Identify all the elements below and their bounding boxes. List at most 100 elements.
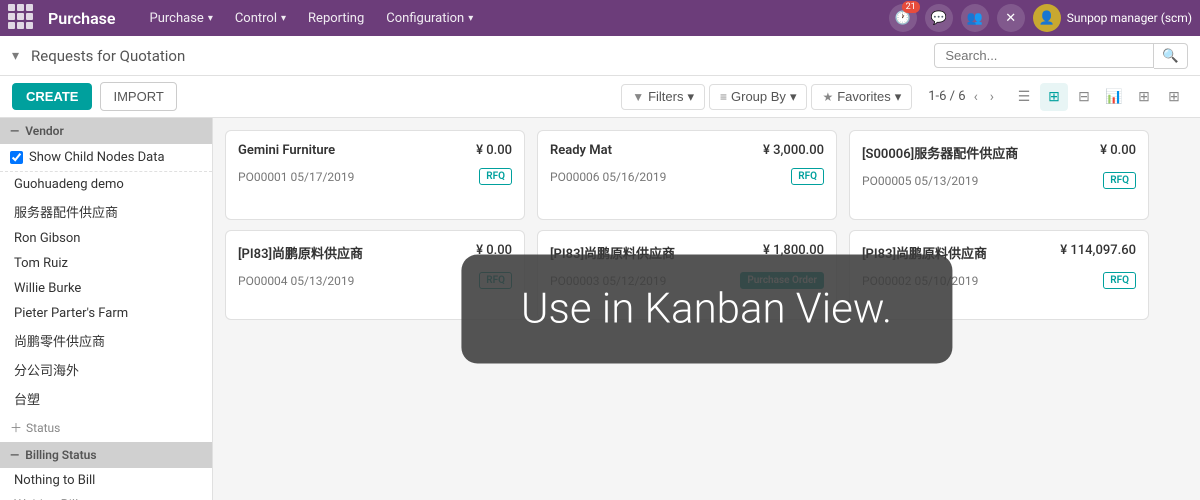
add-status-row[interactable]: ＋ Status bbox=[0, 413, 212, 442]
billing-section-label: Billing Status bbox=[25, 448, 96, 462]
vendor-item-7[interactable]: 分公司海外 bbox=[0, 355, 212, 384]
chart-view-button[interactable]: 📊 bbox=[1100, 83, 1128, 111]
close-icon[interactable]: ✕ bbox=[997, 4, 1025, 32]
kanban-card-5[interactable]: [PI83]尚鹏原料供应商 ¥ 114,097.60 PO00002 05/10… bbox=[849, 230, 1149, 320]
contacts-icon[interactable]: 👥 bbox=[961, 4, 989, 32]
sidebar: — Vendor Show Child Nodes Data Guohuaden… bbox=[0, 118, 213, 500]
search-bar: 🔍 bbox=[934, 43, 1188, 69]
groupby-button[interactable]: ≡ Group By ▾ bbox=[709, 84, 807, 110]
breadcrumb-toggle[interactable]: ▾ bbox=[12, 48, 19, 64]
billing-section-header[interactable]: — Billing Status bbox=[0, 442, 212, 468]
prev-page-button[interactable]: ‹ bbox=[970, 87, 982, 107]
app-grid-icon[interactable] bbox=[8, 4, 36, 32]
view-switcher: ☰ ⊞ ⊟ 📊 ⊞ ⊞ bbox=[1010, 83, 1188, 111]
kanban-vendor-5: [PI83]尚鹏原料供应商 bbox=[862, 243, 987, 262]
chevron-down-icon: ▾ bbox=[895, 89, 902, 105]
chevron-down-icon: ▾ bbox=[281, 13, 286, 24]
billing-item-0[interactable]: Nothing to Bill bbox=[0, 468, 212, 493]
vendor-section-label: Vendor bbox=[25, 124, 64, 138]
kanban-amount-0: ¥ 0.00 bbox=[476, 143, 512, 158]
top-navbar: Purchase Purchase ▾ Control ▾ Reporting … bbox=[0, 0, 1200, 36]
show-child-nodes-checkbox[interactable] bbox=[10, 151, 23, 164]
kanban-card-3[interactable]: [PI83]尚鹏原料供应商 ¥ 0.00 PO00004 05/13/2019 … bbox=[225, 230, 525, 320]
vendor-item-3[interactable]: Tom Ruiz bbox=[0, 251, 212, 276]
kanban-card-0-header: Gemini Furniture ¥ 0.00 bbox=[238, 143, 512, 158]
kanban-amount-4: ¥ 1,800.00 bbox=[763, 243, 824, 258]
nav-item-reporting[interactable]: Reporting bbox=[298, 7, 374, 30]
kanban-vendor-0: Gemini Furniture bbox=[238, 143, 335, 158]
vendor-item-2[interactable]: Ron Gibson bbox=[0, 226, 212, 251]
kanban-po-3: PO00004 05/13/2019 bbox=[238, 274, 354, 288]
kanban-vendor-4: [PI83]尚鹏原料供应商 bbox=[550, 243, 675, 262]
star-icon: ★ bbox=[822, 90, 833, 104]
kanban-badge-3: RFQ bbox=[479, 272, 512, 289]
nav-item-configuration[interactable]: Configuration ▾ bbox=[376, 7, 483, 30]
chevron-down-icon: ▾ bbox=[468, 13, 473, 24]
kanban-area: Gemini Furniture ¥ 0.00 PO00001 05/17/20… bbox=[213, 118, 1200, 500]
nav-right-icons: 🕐 21 💬 👥 ✕ 👤 Sunpop manager (scm) bbox=[889, 4, 1192, 32]
search-input[interactable] bbox=[934, 43, 1154, 68]
kanban-amount-5: ¥ 114,097.60 bbox=[1060, 243, 1136, 258]
chevron-down-icon: ▾ bbox=[208, 13, 213, 24]
calendar-view-button[interactable]: ⊞ bbox=[1160, 83, 1188, 111]
notification-badge: 21 bbox=[902, 1, 920, 13]
import-button[interactable]: IMPORT bbox=[100, 82, 176, 111]
minus-icon: — bbox=[10, 124, 19, 138]
kanban-card-0-body: PO00001 05/17/2019 RFQ bbox=[238, 168, 512, 185]
kanban-card-0[interactable]: Gemini Furniture ¥ 0.00 PO00001 05/17/20… bbox=[225, 130, 525, 220]
nav-item-control[interactable]: Control ▾ bbox=[225, 7, 296, 30]
nav-item-purchase[interactable]: Purchase ▾ bbox=[140, 7, 223, 30]
kanban-card-1-header: Ready Mat ¥ 3,000.00 bbox=[550, 143, 824, 158]
clock-icon[interactable]: 🕐 21 bbox=[889, 4, 917, 32]
kanban-amount-3: ¥ 0.00 bbox=[476, 243, 512, 258]
kanban-view-button[interactable]: ⊞ bbox=[1040, 83, 1068, 111]
next-page-button[interactable]: › bbox=[986, 87, 998, 107]
billing-item-1[interactable]: Waiting Bills bbox=[0, 493, 212, 500]
kanban-card-1[interactable]: Ready Mat ¥ 3,000.00 PO00006 05/16/2019 … bbox=[537, 130, 837, 220]
kanban-badge-5: RFQ bbox=[1103, 272, 1136, 289]
avatar: 👤 bbox=[1033, 4, 1061, 32]
group-icon: ≡ bbox=[720, 90, 727, 104]
filters-button[interactable]: ▼ Filters ▾ bbox=[621, 84, 705, 110]
kanban-badge-1: RFQ bbox=[791, 168, 824, 185]
kanban-po-0: PO00001 05/17/2019 bbox=[238, 170, 354, 184]
user-label: Sunpop manager (scm) bbox=[1067, 11, 1192, 25]
grid-view-button[interactable]: ⊟ bbox=[1070, 83, 1098, 111]
user-menu[interactable]: 👤 Sunpop manager (scm) bbox=[1033, 4, 1192, 32]
kanban-col-2: [S00006]服务器配件供应商 ¥ 0.00 PO00005 05/13/20… bbox=[849, 130, 1149, 488]
create-button[interactable]: CREATE bbox=[12, 83, 92, 110]
pagination-range: 1-6 / 6 bbox=[928, 89, 965, 104]
kanban-card-5-body: PO00002 05/10/2019 RFQ bbox=[862, 272, 1136, 289]
kanban-card-2[interactable]: [S00006]服务器配件供应商 ¥ 0.00 PO00005 05/13/20… bbox=[849, 130, 1149, 220]
kanban-badge-4: Purchase Order bbox=[740, 272, 824, 289]
vendor-item-4[interactable]: Willie Burke bbox=[0, 276, 212, 301]
favorites-button[interactable]: ★ Favorites ▾ bbox=[811, 84, 912, 110]
vendor-item-5[interactable]: Pieter Parter's Farm bbox=[0, 301, 212, 326]
chat-icon[interactable]: 💬 bbox=[925, 4, 953, 32]
filter-icon: ▼ bbox=[632, 90, 644, 104]
kanban-po-2: PO00005 05/13/2019 bbox=[862, 174, 978, 188]
kanban-card-2-header: [S00006]服务器配件供应商 ¥ 0.00 bbox=[862, 143, 1136, 162]
kanban-amount-1: ¥ 3,000.00 bbox=[763, 143, 824, 158]
show-child-nodes-row: Show Child Nodes Data bbox=[0, 144, 212, 172]
search-button[interactable]: 🔍 bbox=[1154, 43, 1188, 69]
vendor-item-8[interactable]: 台塑 bbox=[0, 384, 212, 413]
vendor-item-0[interactable]: Guohuadeng demo bbox=[0, 172, 212, 197]
kanban-card-4[interactable]: [PI83]尚鹏原料供应商 ¥ 1,800.00 PO00003 05/12/2… bbox=[537, 230, 837, 320]
vendor-section-header[interactable]: — Vendor bbox=[0, 118, 212, 144]
kanban-col-0: Gemini Furniture ¥ 0.00 PO00001 05/17/20… bbox=[225, 130, 525, 488]
chevron-down-icon: ▾ bbox=[687, 89, 694, 105]
kanban-amount-2: ¥ 0.00 bbox=[1100, 143, 1136, 158]
app-title: Purchase bbox=[48, 9, 116, 28]
main-nav: Purchase ▾ Control ▾ Reporting Configura… bbox=[140, 7, 881, 30]
kanban-po-4: PO00003 05/12/2019 bbox=[550, 274, 666, 288]
vendor-item-6[interactable]: 尚鹏零件供应商 bbox=[0, 326, 212, 355]
vendor-item-1[interactable]: 服务器配件供应商 bbox=[0, 197, 212, 226]
kanban-card-5-header: [PI83]尚鹏原料供应商 ¥ 114,097.60 bbox=[862, 243, 1136, 262]
list-view-button[interactable]: ☰ bbox=[1010, 83, 1038, 111]
pagination: 1-6 / 6 ‹ › bbox=[928, 87, 998, 107]
kanban-card-3-header: [PI83]尚鹏原料供应商 ¥ 0.00 bbox=[238, 243, 512, 262]
kanban-badge-0: RFQ bbox=[479, 168, 512, 185]
kanban-po-1: PO00006 05/16/2019 bbox=[550, 170, 666, 184]
pivot-view-button[interactable]: ⊞ bbox=[1130, 83, 1158, 111]
